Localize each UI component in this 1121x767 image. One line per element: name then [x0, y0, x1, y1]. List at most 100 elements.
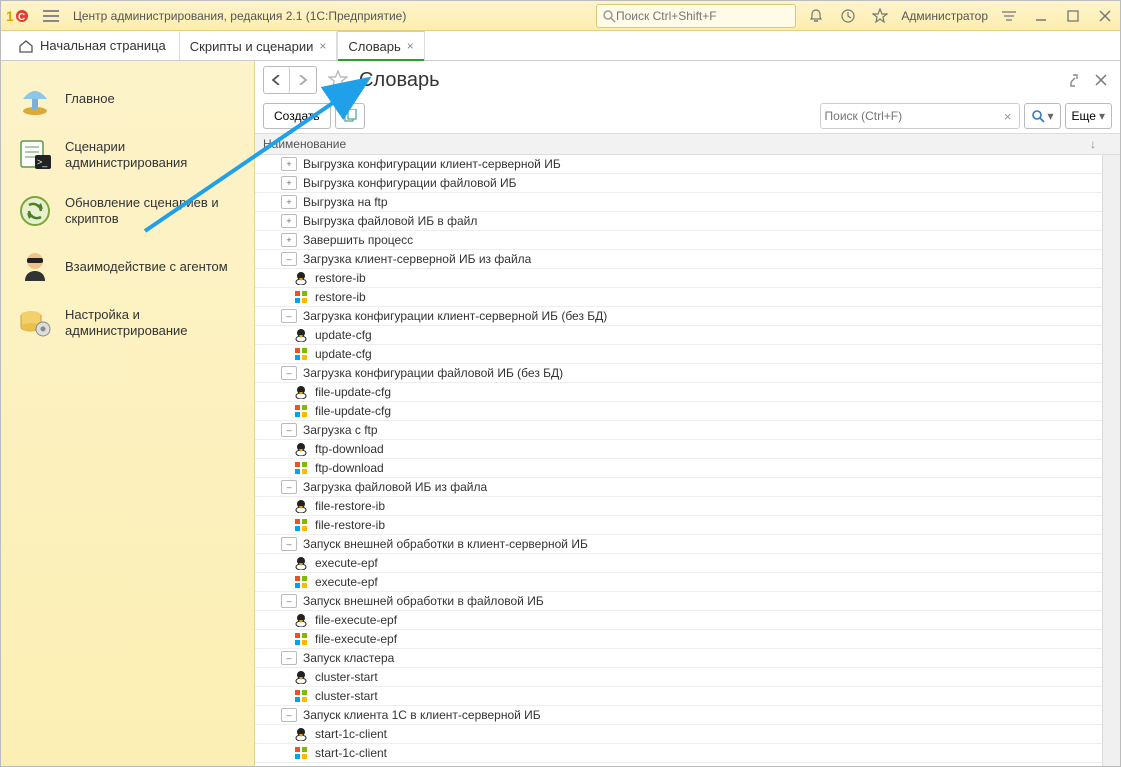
- tree-label: Запуск внешней обработки в клиент-сервер…: [303, 537, 588, 551]
- tree-child-row[interactable]: file-execute-epf: [255, 630, 1102, 649]
- sidebar-item-settings[interactable]: Настройка и администрирование: [1, 295, 254, 351]
- tree-child-row[interactable]: start-1c-client: [255, 744, 1102, 763]
- expand-icon[interactable]: –: [281, 309, 297, 323]
- menu-icon[interactable]: [39, 4, 63, 28]
- nav-back-button[interactable]: [264, 67, 290, 93]
- global-search-input[interactable]: [616, 9, 790, 23]
- nav-forward-button[interactable]: [290, 67, 316, 93]
- favorite-star-icon[interactable]: [327, 69, 349, 91]
- tree-label: ftp-download: [315, 442, 384, 456]
- tree-group-row[interactable]: +Выгрузка файловой ИБ в файл: [255, 212, 1102, 231]
- expand-icon[interactable]: –: [281, 366, 297, 380]
- tree-label: Завершить процесс: [303, 233, 413, 247]
- clear-search-icon[interactable]: ×: [1001, 109, 1015, 124]
- content-area: Словарь Создать × ▾ Еще ▾ Наименование ↓…: [255, 61, 1120, 766]
- expand-icon[interactable]: +: [281, 214, 297, 228]
- tree-group-row[interactable]: –Загрузка файловой ИБ из файла: [255, 478, 1102, 497]
- tree-child-row[interactable]: start-1c-client: [255, 725, 1102, 744]
- bell-icon[interactable]: [805, 5, 827, 27]
- tree-child-row[interactable]: execute-epf: [255, 554, 1102, 573]
- tree-group-row[interactable]: –Запуск внешней обработки в клиент-серве…: [255, 535, 1102, 554]
- tree-group-row[interactable]: –Запуск кластера: [255, 649, 1102, 668]
- expand-icon[interactable]: –: [281, 252, 297, 266]
- tree-child-row[interactable]: file-execute-epf: [255, 611, 1102, 630]
- expand-icon[interactable]: –: [281, 537, 297, 551]
- more-button[interactable]: Еще ▾: [1065, 103, 1112, 129]
- tab-close-icon[interactable]: ×: [319, 39, 326, 53]
- tree-label: cluster-start: [315, 670, 378, 684]
- tree-group-row[interactable]: –Загрузка с ftp: [255, 421, 1102, 440]
- sidebar-item-updates[interactable]: Обновление сценариев и скриптов: [1, 183, 254, 239]
- sidebar-item-label: Сценарии администрирования: [65, 139, 240, 172]
- sidebar-item-agent[interactable]: Взаимодействие с агентом: [1, 239, 254, 295]
- tree-child-row[interactable]: restore-ib: [255, 269, 1102, 288]
- search-dropdown-button[interactable]: ▾: [1024, 103, 1061, 129]
- expand-icon[interactable]: +: [281, 233, 297, 247]
- home-icon: [18, 39, 34, 53]
- linux-icon: [293, 270, 309, 286]
- tree-child-row[interactable]: ftp-download: [255, 459, 1102, 478]
- linux-icon: [293, 441, 309, 457]
- star-icon[interactable]: [869, 5, 891, 27]
- tree-group-row[interactable]: +Выгрузка на ftp: [255, 193, 1102, 212]
- history-icon[interactable]: [837, 5, 859, 27]
- app-logo-icon: 1С: [5, 6, 33, 26]
- link-icon[interactable]: [1062, 69, 1084, 91]
- expand-icon[interactable]: +: [281, 176, 297, 190]
- user-label[interactable]: Администратор: [901, 9, 988, 23]
- tree-group-row[interactable]: +Выгрузка конфигурации клиент-серверной …: [255, 155, 1102, 174]
- tree-child-row[interactable]: file-restore-ib: [255, 497, 1102, 516]
- tree-group-row[interactable]: –Загрузка конфигурации файловой ИБ (без …: [255, 364, 1102, 383]
- sidebar-item-main[interactable]: Главное: [1, 71, 254, 127]
- tree-child-row[interactable]: restore-ib: [255, 288, 1102, 307]
- tab-dictionary[interactable]: Словарь ×: [337, 31, 424, 60]
- tree-group-row[interactable]: + Завершить процесс: [255, 231, 1102, 250]
- tree-label: Запуск кластера: [303, 651, 394, 665]
- tree-label: Загрузка конфигурации клиент-серверной И…: [303, 309, 607, 323]
- tree-child-row[interactable]: ftp-download: [255, 440, 1102, 459]
- expand-icon[interactable]: +: [281, 195, 297, 209]
- tree-child-row[interactable]: file-update-cfg: [255, 402, 1102, 421]
- tree-group-row[interactable]: –Запуск внешней обработки в файловой ИБ: [255, 592, 1102, 611]
- sidebar-item-scenarios[interactable]: >_ Сценарии администрирования: [1, 127, 254, 183]
- expand-icon[interactable]: –: [281, 423, 297, 437]
- copy-button[interactable]: [335, 103, 365, 129]
- tree-child-row[interactable]: update-cfg: [255, 326, 1102, 345]
- tree-child-row[interactable]: update-cfg: [255, 345, 1102, 364]
- global-search[interactable]: [596, 4, 796, 28]
- expand-icon[interactable]: –: [281, 708, 297, 722]
- expand-icon[interactable]: –: [281, 594, 297, 608]
- tree-child-row[interactable]: file-update-cfg: [255, 383, 1102, 402]
- linux-icon: [293, 384, 309, 400]
- settings-icon[interactable]: [998, 5, 1020, 27]
- tree-group-row[interactable]: +Выгрузка конфигурации файловой ИБ: [255, 174, 1102, 193]
- tree-child-row[interactable]: cluster-start: [255, 668, 1102, 687]
- page-close-icon[interactable]: [1090, 69, 1112, 91]
- create-button[interactable]: Создать: [263, 103, 331, 129]
- tree-group-row[interactable]: –Загрузка конфигурации клиент-серверной …: [255, 307, 1102, 326]
- expand-icon[interactable]: –: [281, 651, 297, 665]
- tree-group-row[interactable]: –Запуск клиента 1С в клиент-серверной ИБ: [255, 706, 1102, 725]
- tree-child-row[interactable]: cluster-start: [255, 687, 1102, 706]
- home-tab[interactable]: Начальная страница: [5, 31, 179, 60]
- tab-close-icon[interactable]: ×: [407, 39, 414, 53]
- scrollbar[interactable]: [1102, 155, 1120, 766]
- tree-group-row[interactable]: –Загрузка клиент-серверной ИБ из файла: [255, 250, 1102, 269]
- expand-icon[interactable]: +: [281, 157, 297, 171]
- titlebar: 1С Центр администрирования, редакция 2.1…: [1, 1, 1120, 31]
- tree-label: restore-ib: [315, 271, 366, 285]
- expand-icon[interactable]: –: [281, 480, 297, 494]
- tab-scripts[interactable]: Скрипты и сценарии ×: [179, 31, 338, 60]
- list-search-input[interactable]: [825, 109, 1001, 123]
- grid-header[interactable]: Наименование ↓: [255, 133, 1120, 155]
- sort-indicator-icon: ↓: [1090, 137, 1096, 151]
- close-icon[interactable]: [1094, 5, 1116, 27]
- windows-icon: [293, 346, 309, 362]
- maximize-icon[interactable]: [1062, 5, 1084, 27]
- tree-child-row[interactable]: execute-epf: [255, 573, 1102, 592]
- minimize-icon[interactable]: [1030, 5, 1052, 27]
- tree-grid[interactable]: +Выгрузка конфигурации клиент-серверной …: [255, 155, 1102, 766]
- tree-label: Загрузка клиент-серверной ИБ из файла: [303, 252, 531, 266]
- tree-child-row[interactable]: file-restore-ib: [255, 516, 1102, 535]
- list-search[interactable]: ×: [820, 103, 1020, 129]
